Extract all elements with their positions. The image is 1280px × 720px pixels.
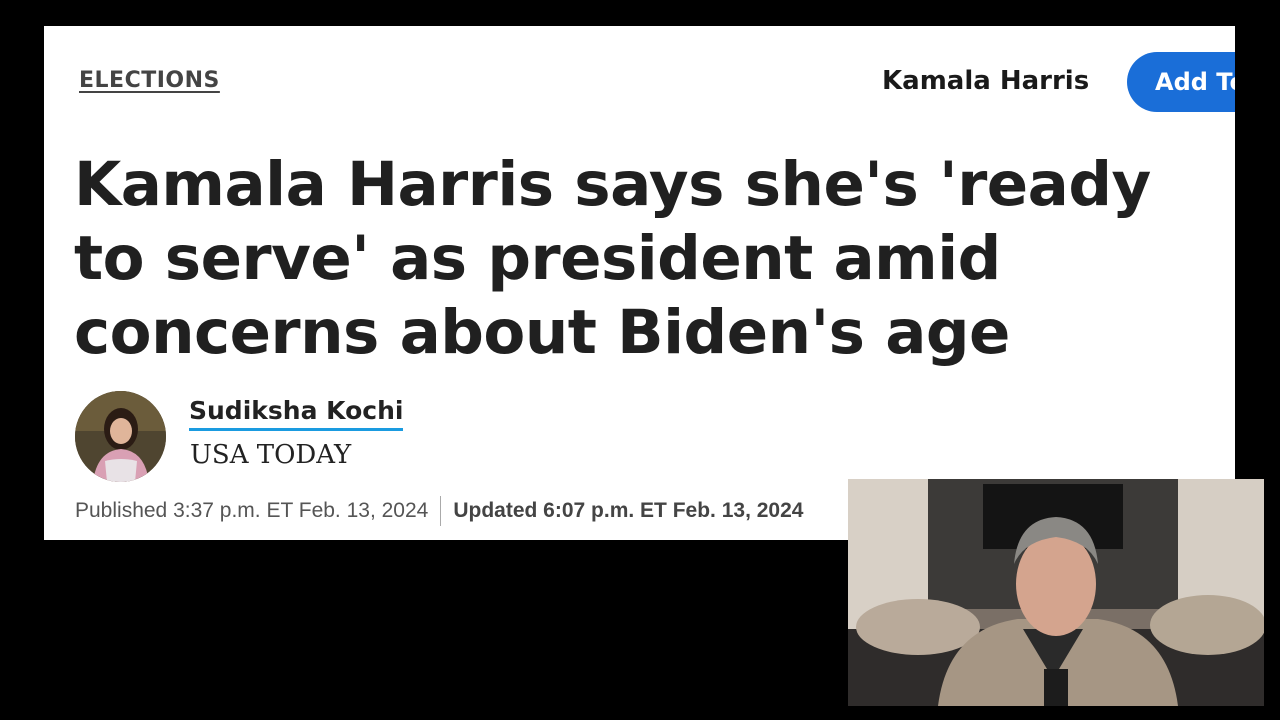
updated-date: Updated 6:07 p.m. ET Feb. 13, 2024 [453, 499, 804, 522]
webcam-overlay [848, 479, 1264, 706]
topic-tag-name: Kamala Harris [882, 66, 1090, 96]
article-headline: Kamala Harris says she's 'ready to serve… [74, 149, 1151, 368]
publication-name: USA TODAY [190, 440, 352, 470]
author-name-link[interactable]: Sudiksha Kochi [189, 394, 404, 431]
article-card: ELECTIONS Kamala Harris Add Topic Kamala… [44, 26, 1235, 540]
published-date: Published 3:37 p.m. ET Feb. 13, 2024 [75, 499, 429, 522]
add-topic-button[interactable]: Add Topic [1127, 52, 1235, 112]
article-dates: Published 3:37 p.m. ET Feb. 13, 2024 Upd… [75, 496, 803, 526]
topic-link-elections[interactable]: ELECTIONS [79, 68, 220, 93]
date-divider [440, 496, 442, 526]
author-avatar[interactable] [75, 391, 166, 482]
